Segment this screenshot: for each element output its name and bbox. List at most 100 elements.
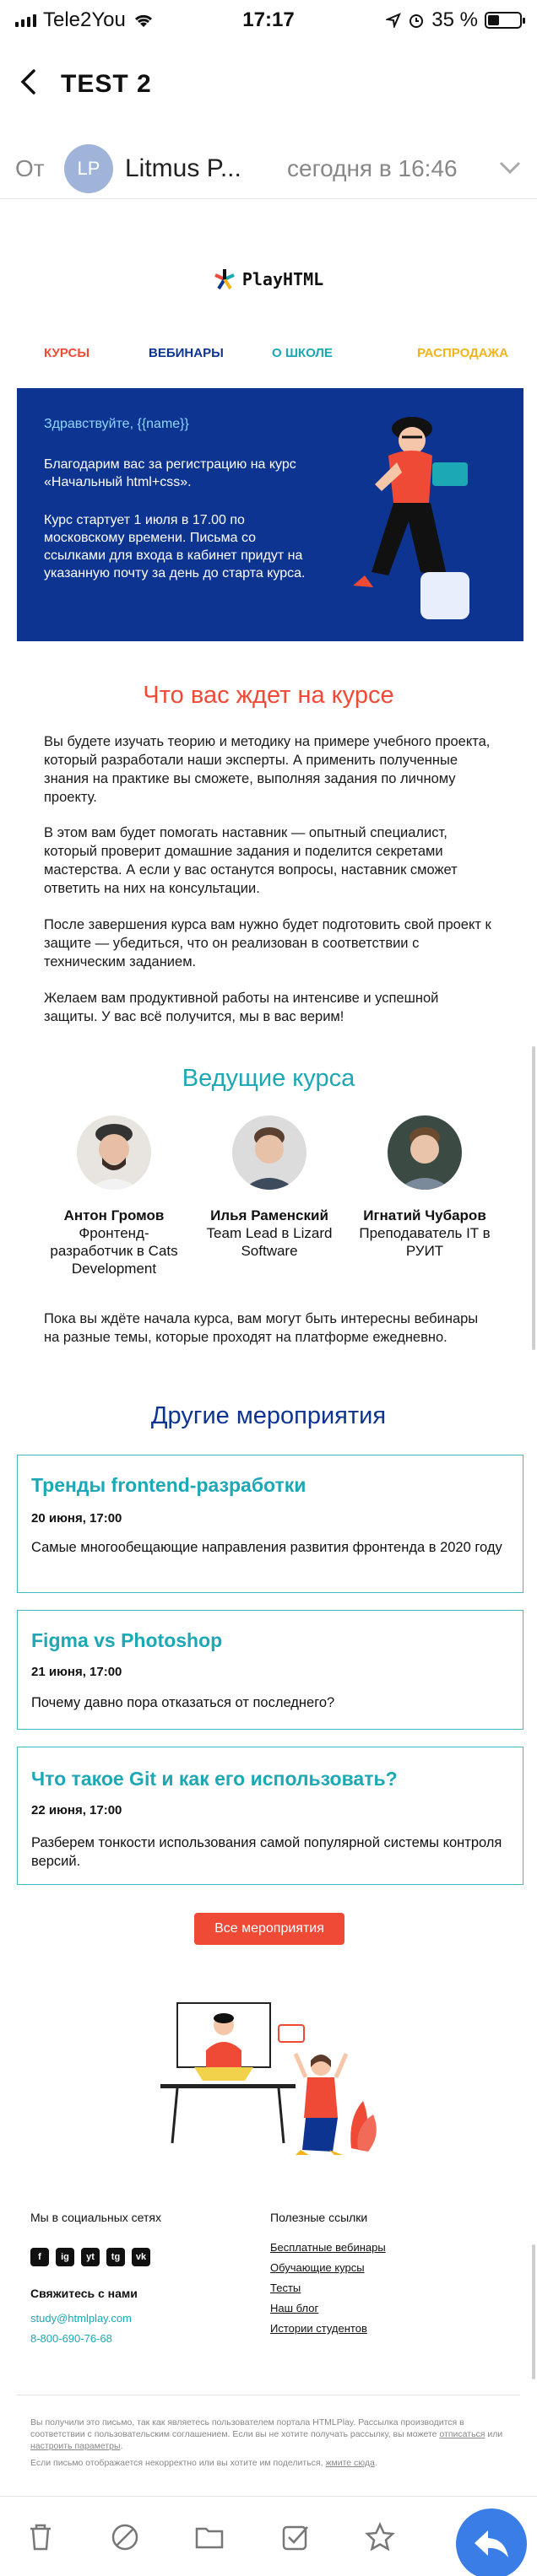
links-heading: Полезные ссылки (270, 2211, 368, 2224)
hero-text-start: Курс стартует 1 июля в 17.00 по московск… (44, 513, 306, 581)
legal-or: или (487, 2429, 503, 2439)
legal-line-2: Если письмо отображается некорректно или… (30, 2458, 377, 2468)
event-description: Разберем тонкости использования самой по… (31, 1835, 502, 1869)
hero-greeting: Здравствуйте, {{name}} (44, 417, 189, 431)
bottom-toolbar (0, 2496, 537, 2576)
contact-email[interactable]: study@htmlplay.com (30, 2312, 132, 2325)
hero-text-registration: Благодарим вас за регистрацию на курс «Н… (44, 457, 296, 489)
trash-icon[interactable] (24, 2520, 57, 2554)
telegram-icon[interactable]: tg (106, 2248, 125, 2266)
teacher-photo (232, 1115, 306, 1190)
teacher-role: Фронтенд-разработчик в Cats Development (50, 1225, 178, 1277)
carrier-group: Tele2You (15, 8, 209, 32)
footer-link[interactable]: Обучающие курсы (270, 2261, 365, 2274)
battery-icon (485, 12, 525, 29)
footer-illustration (160, 2002, 377, 2155)
event-description: Почему давно пора отказаться от последне… (31, 1695, 335, 1710)
carrier-name: Tele2You (43, 8, 126, 31)
hero-illustration (353, 417, 469, 619)
teacher-card: Антон Громов Фронтенд-разработчик в Cats… (38, 1115, 190, 1277)
course-paragraph-2: В этом вам будет помогать наставник — оп… (44, 825, 458, 896)
event-card[interactable]: Тренды frontend-разработки 20 июня, 17:0… (17, 1455, 523, 1593)
event-card[interactable]: Figma vs Photoshop 21 июня, 17:00 Почему… (17, 1610, 523, 1730)
folder-icon[interactable] (193, 2520, 226, 2554)
all-events-button[interactable]: Все мероприятия (194, 1913, 344, 1945)
event-description: Самые многообещающие направления развити… (31, 1540, 502, 1555)
vk-icon[interactable]: vk (132, 2248, 150, 2266)
social-heading: Мы в социальных сетях (30, 2211, 161, 2224)
message-subject: TEST 2 (61, 70, 152, 98)
footer-link[interactable]: Бесплатные вебинары (270, 2241, 386, 2254)
event-title[interactable]: Тренды frontend-разработки (31, 1474, 306, 1497)
nav-webinars[interactable]: ВЕБИНАРЫ (149, 346, 224, 360)
location-icon (386, 13, 402, 28)
teacher-name: Илья Раменский (210, 1207, 328, 1223)
event-date: 20 июня, 17:00 (31, 1511, 122, 1526)
event-card[interactable]: Что такое Git и как его использовать? 22… (17, 1747, 523, 1885)
course-paragraph-3: После завершения курса вам нужно будет п… (44, 917, 491, 969)
scroll-indicator (532, 1046, 535, 1350)
teacher-role: Team Lead в Lizard Software (206, 1225, 333, 1259)
teacher-photo (77, 1115, 151, 1190)
youtube-icon[interactable]: yt (81, 2248, 100, 2266)
legal-web-text: Если письмо отображается некорректно или… (30, 2458, 323, 2468)
web-version-link[interactable]: жмите сюда (325, 2458, 374, 2468)
footer: Мы в социальных сетях f ig yt tg vk Свяж… (30, 2211, 520, 2379)
footer-link[interactable]: Истории студентов (270, 2322, 367, 2335)
reply-icon (475, 2530, 508, 2557)
back-chevron-icon[interactable] (19, 66, 61, 104)
message-date: сегодня в 16:46 (287, 154, 458, 181)
status-right: 35 % (328, 8, 525, 32)
contact-heading: Свяжитесь с нами (30, 2287, 138, 2300)
legal-text: Вы получили это письмо, так как являетес… (30, 2417, 464, 2439)
reply-button[interactable] (456, 2508, 527, 2576)
from-label: От (15, 154, 45, 181)
sender-avatar: LP (64, 143, 113, 193)
status-bar: Tele2You 17:17 35 % (0, 0, 537, 41)
event-date: 22 июня, 17:00 (31, 1803, 122, 1817)
course-section-title: Что вас ждет на курсе (143, 682, 394, 709)
teacher-role: Преподаватель IT в РУИТ (359, 1225, 491, 1259)
instagram-icon[interactable]: ig (56, 2248, 74, 2266)
playhtml-logo-icon (214, 269, 235, 290)
email-logo[interactable]: PlayHTML (0, 268, 537, 290)
facebook-icon[interactable]: f (30, 2248, 49, 2266)
event-title[interactable]: Что такое Git и как его использовать? (31, 1768, 398, 1790)
teacher-card: Илья Раменский Team Lead в Lizard Softwa… (193, 1115, 345, 1260)
hero-banner: Здравствуйте, {{name}} Благодарим вас за… (17, 388, 523, 641)
footer-link[interactable]: Наш блог (270, 2302, 318, 2314)
signal-icon (15, 14, 36, 27)
event-date: 21 июня, 17:00 (31, 1665, 122, 1679)
teacher-photo (388, 1115, 462, 1190)
legal-notice: Вы получили это письмо, так как являетес… (30, 2417, 503, 2468)
battery-percent: 35 % (431, 8, 478, 31)
course-paragraph-4: Желаем вам продуктивной работы на интенс… (44, 991, 439, 1024)
nav-courses[interactable]: КУРСЫ (44, 346, 90, 360)
expand-chevron-icon[interactable] (498, 155, 522, 181)
contact-phone[interactable]: 8-800-690-76-68 (30, 2332, 112, 2345)
sender-row[interactable]: От LP Litmus P... сегодня в 16:46 (0, 138, 537, 199)
event-title[interactable]: Figma vs Photoshop (31, 1629, 222, 1652)
nav-about[interactable]: О ШКОЛЕ (272, 346, 333, 360)
sender-name: Litmus P... (125, 154, 241, 182)
star-icon[interactable] (363, 2520, 397, 2554)
wifi-icon (134, 14, 152, 27)
settings-link[interactable]: настроить параметры (30, 2441, 121, 2451)
teacher-name: Игнатий Чубаров (363, 1207, 486, 1223)
unsubscribe-link[interactable]: отписаться (439, 2429, 485, 2439)
footer-link[interactable]: Тесты (270, 2282, 301, 2294)
course-paragraph-1: Вы будете изучать теорию и методику на п… (44, 734, 491, 805)
nav-sale[interactable]: РАСПРОДАЖА (417, 346, 508, 360)
scroll-indicator (532, 2244, 535, 2379)
events-section-title: Другие мероприятия (150, 1402, 387, 1429)
teacher-name: Антон Громов (63, 1207, 165, 1223)
spam-icon[interactable] (108, 2520, 142, 2554)
teacher-card: Игнатий Чубаров Преподаватель IT в РУИТ (349, 1115, 501, 1260)
webinars-intro: Пока вы ждёте начала курса, вам могут бы… (44, 1311, 479, 1345)
mark-done-icon[interactable] (279, 2520, 312, 2554)
mail-header: TEST 2 (0, 59, 537, 110)
clock: 17:17 (242, 8, 295, 31)
social-icons: f ig yt tg vk (30, 2248, 150, 2266)
logo-text: PlayHTML (241, 269, 324, 289)
teachers-section-title: Ведущие курса (182, 1065, 355, 1092)
